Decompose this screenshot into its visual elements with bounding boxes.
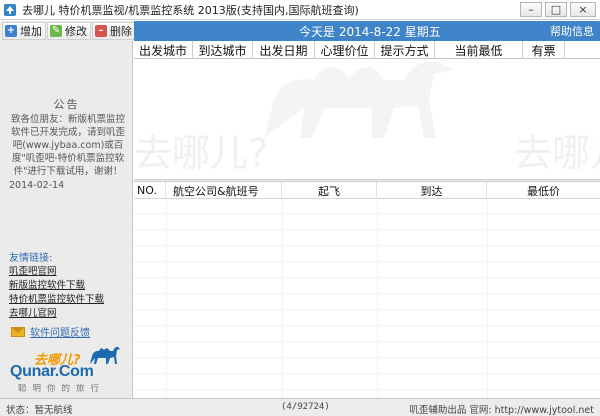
minimize-button[interactable]: –	[520, 2, 542, 17]
col-depart-date[interactable]: 出发日期	[253, 41, 315, 59]
link-ticket-monitor-download[interactable]: 特价机票监控软件下载	[9, 293, 131, 307]
col-arrive-city[interactable]: 到达城市	[193, 41, 253, 59]
col-has-ticket[interactable]: 有票	[523, 41, 565, 59]
main-panel: 出发城市 到达城市 出发日期 心理价位 提示方式 当前最低 有票 去哪儿? 去哪…	[134, 41, 600, 398]
feedback-link[interactable]: 软件问题反馈	[11, 324, 90, 339]
header-bar: 今天是 2014-8-22 星期五 帮助信息	[134, 21, 600, 41]
minus-icon: –	[95, 25, 107, 37]
result-table-body[interactable]	[134, 199, 600, 398]
camel-watermark-icon	[264, 61, 454, 138]
window-controls: – □ ×	[520, 2, 596, 17]
title-bar: 去哪儿 特价机票监视/机票监控系统 2013版(支持国内,国际航班查询) – □…	[0, 0, 600, 20]
status-credit[interactable]: 叽歪辅助出品 官网: http://www.jytool.net	[409, 402, 594, 416]
friend-links: 叽歪吧官网 新版监控软件下载 特价机票监控软件下载 去哪儿官网	[9, 265, 131, 321]
delete-button-label: 删除	[110, 25, 132, 38]
col-no[interactable]: NO.	[134, 182, 166, 199]
col-airline-flight[interactable]: 航空公司&航班号	[166, 182, 282, 199]
link-new-monitor-download[interactable]: 新版监控软件下载	[9, 279, 131, 293]
col-lowest-price[interactable]: 最低价	[487, 182, 600, 199]
sidebar: 公告 致各位朋友：新版机票监控软件已开发完成，请到叽歪吧(www.jybaa.c…	[0, 41, 133, 398]
maximize-button[interactable]: □	[545, 2, 567, 17]
col-filler	[565, 41, 600, 59]
add-button-label: 增加	[20, 25, 42, 38]
status-bar: 状态：暂无航线 (4/92724) 叽歪辅助出品 官网: http://www.…	[0, 398, 600, 416]
toolbar: + 增加 ✎ 修改 – 删除	[0, 21, 136, 41]
qunar-logo: 去哪儿? Qunar.Com 聪明你的旅行	[8, 346, 126, 394]
col-takeoff[interactable]: 起飞	[282, 182, 377, 199]
col-target-price[interactable]: 心理价位	[315, 41, 375, 59]
status-count: (4/92724)	[281, 402, 330, 412]
logo-slogan: 聪明你的旅行	[18, 384, 106, 394]
col-current-lowest[interactable]: 当前最低	[435, 41, 523, 59]
today-date: 今天是 2014-8-22 星期五	[299, 24, 441, 39]
feedback-label: 软件问题反馈	[30, 328, 90, 339]
edit-button-label: 修改	[65, 25, 87, 38]
notice-title: 公告	[53, 98, 80, 111]
add-button[interactable]: + 增加	[2, 22, 46, 40]
close-button[interactable]: ×	[570, 2, 596, 17]
link-qunar-official[interactable]: 去哪儿官网	[9, 307, 131, 321]
notice-body: 致各位朋友：新版机票监控软件已开发完成，请到叽歪吧(www.jybaa.com)…	[10, 114, 125, 177]
col-arrival[interactable]: 到达	[377, 182, 487, 199]
help-link[interactable]: 帮助信息	[550, 23, 594, 39]
app-icon	[4, 3, 16, 16]
monitor-table-body[interactable]: 去哪儿? 去哪儿?	[134, 60, 600, 179]
col-notify-method[interactable]: 提示方式	[375, 41, 435, 59]
status-text: 状态：暂无航线	[6, 405, 73, 416]
mail-icon	[11, 326, 25, 337]
notice-date: 2014-02-14	[9, 180, 65, 191]
col-depart-city[interactable]: 出发城市	[134, 41, 193, 59]
edit-icon: ✎	[50, 25, 62, 37]
result-table-header: NO. 航空公司&航班号 起飞 到达 最低价	[134, 182, 600, 199]
friend-links-title: 友情链接:	[9, 253, 53, 264]
window-title: 去哪儿 特价机票监视/机票监控系统 2013版(支持国内,国际航班查询)	[22, 3, 359, 17]
edit-button[interactable]: ✎ 修改	[47, 22, 91, 40]
monitor-table-header: 出发城市 到达城市 出发日期 心理价位 提示方式 当前最低 有票	[134, 41, 600, 59]
logo-en-text: Qunar.Com	[10, 363, 94, 380]
link-jybaa-official[interactable]: 叽歪吧官网	[9, 265, 131, 279]
watermark-right: 去哪儿?	[514, 131, 600, 175]
plus-icon: +	[5, 25, 17, 37]
delete-button[interactable]: – 删除	[92, 22, 136, 40]
